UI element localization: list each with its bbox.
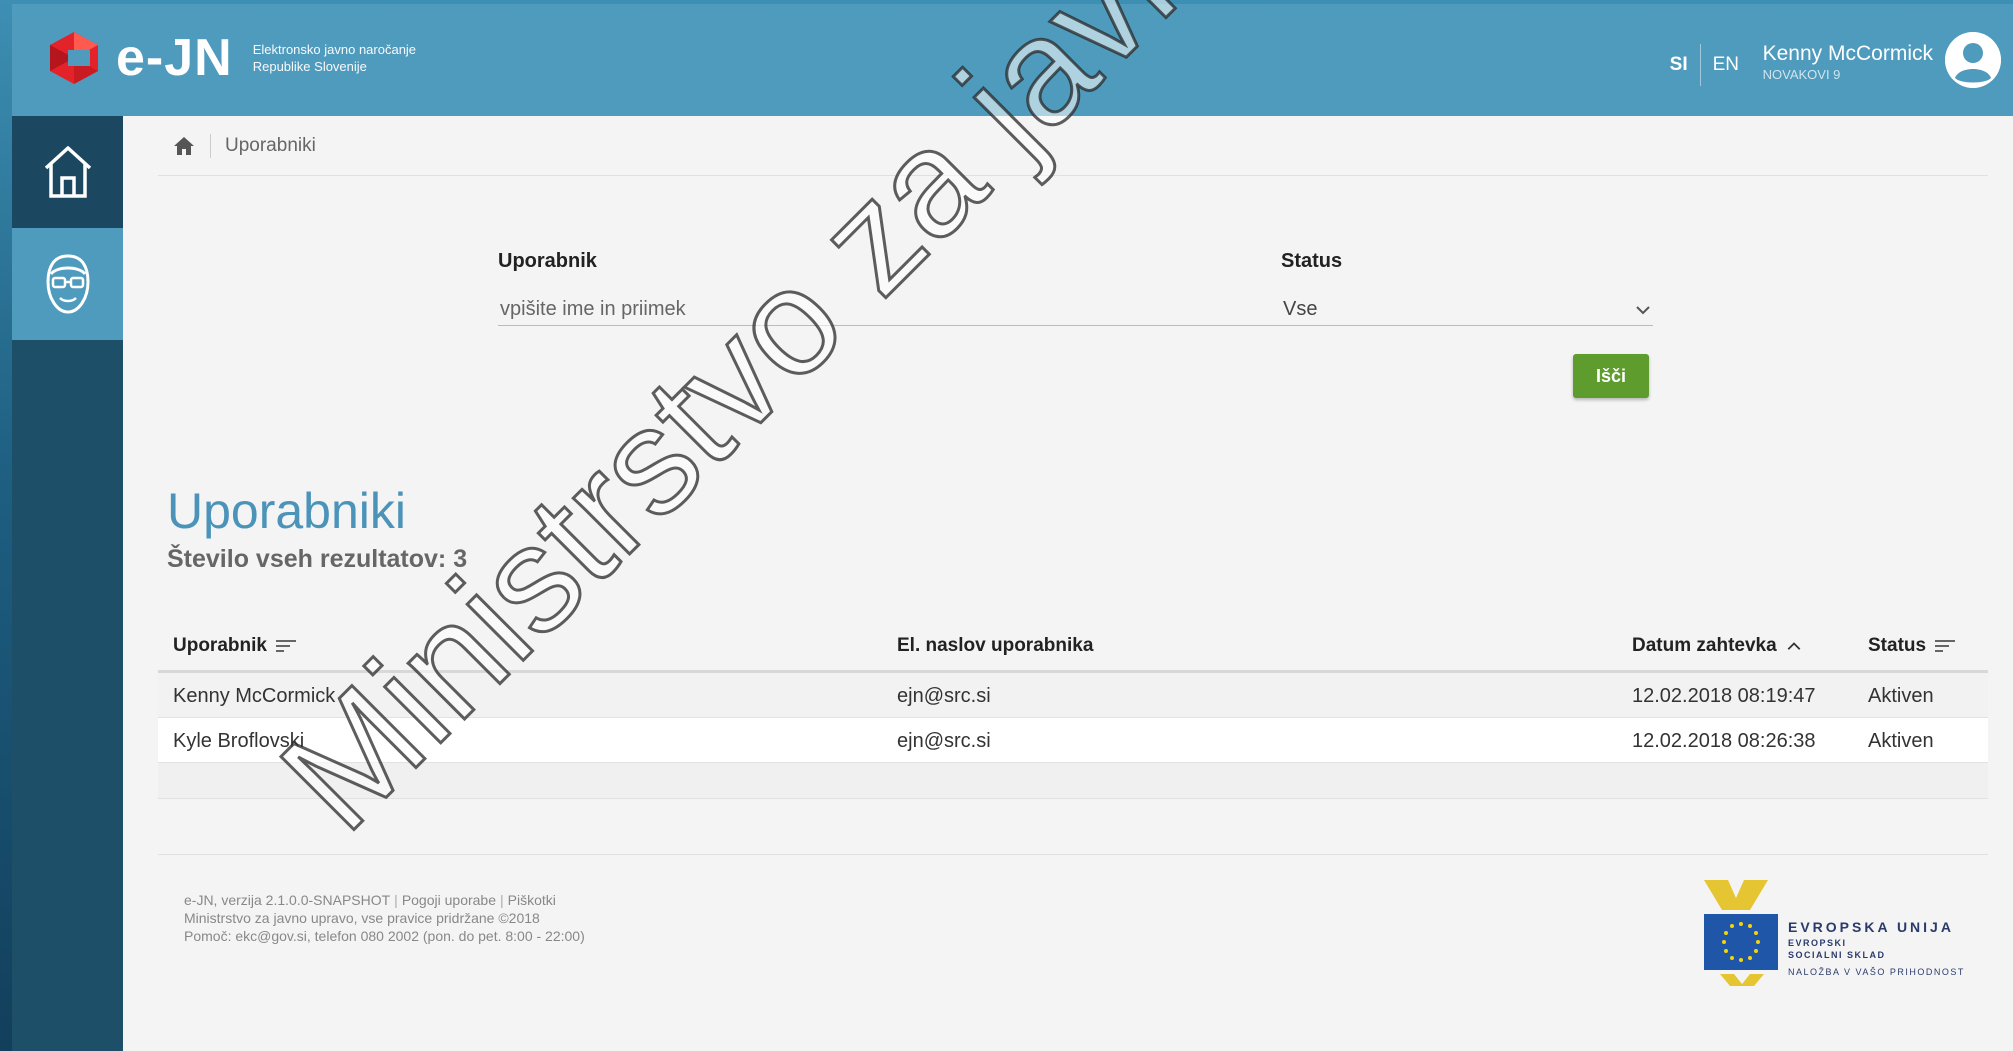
sort-icon [275, 639, 296, 652]
footer-cookies-link[interactable]: Piškotki [508, 892, 556, 908]
cell-email: ejn@src.si [897, 730, 991, 752]
footer-version: e-JN, verzija 2.1.0.0-SNAPSHOT [184, 892, 391, 908]
logo-subtitle-line2: Republike Slovenije [252, 59, 367, 74]
breadcrumb-home-icon[interactable] [172, 134, 196, 158]
users-table: Uporabnik El. naslov uporabnika Datum za… [158, 621, 1988, 799]
eu-social-fund-logo: EVROPSKA UNIJA EVROPSKI SOCIALNI SKLAD N… [1704, 880, 1965, 986]
user-organization: NOVAKOVI 9 [1762, 67, 1841, 82]
sidebar-item-home[interactable] [12, 116, 123, 228]
column-header-user[interactable]: Uporabnik [173, 635, 297, 657]
breadcrumb-divider [210, 133, 211, 158]
ejn-logo[interactable]: e-JN Elektronsko javno naročanje Republi… [46, 30, 416, 86]
main-content: Uporabniki Uporabnik Status Vse Išči Upo… [123, 116, 2013, 1051]
search-button[interactable]: Išči [1573, 354, 1649, 398]
logo-text: e-JN [116, 29, 233, 87]
lang-en[interactable]: EN [1701, 54, 1751, 76]
user-glasses-icon [45, 254, 90, 314]
cell-email: ejn@src.si [897, 685, 991, 707]
footer-help: Pomoč: ekc@gov.si, telefon 080 2002 (pon… [184, 928, 585, 944]
column-header-date[interactable]: Datum zahtevka [1632, 635, 1803, 657]
logo-subtitle: Elektronsko javno naročanje Republike Sl… [253, 41, 416, 75]
result-count: Število vseh rezultatov: 3 [167, 545, 468, 573]
status-filter-label: Status [1281, 250, 1343, 272]
table-row[interactable]: Kyle Broflovski ejn@src.si 12.02.2018 08… [158, 718, 1988, 763]
user-search-input[interactable] [498, 294, 1288, 326]
eu-line3: SOCIALNI SKLAD [1788, 950, 1886, 960]
table-header: Uporabnik El. naslov uporabnika Datum za… [158, 621, 1988, 673]
sidebar-item-users[interactable] [12, 228, 123, 340]
footer-divider [158, 854, 1988, 855]
user-name: Kenny McCormick [1762, 42, 1933, 65]
chevron-down-icon [1636, 305, 1650, 314]
table-row-empty [158, 763, 1988, 799]
lang-si[interactable]: SI [1658, 54, 1700, 76]
column-header-status[interactable]: Status [1868, 635, 1956, 657]
home-icon [44, 146, 91, 198]
top-header: e-JN Elektronsko javno naročanje Republi… [12, 4, 2013, 116]
user-avatar-icon [1945, 32, 2001, 88]
avatar[interactable] [1945, 32, 2001, 88]
cell-date: 12.02.2018 08:26:38 [1632, 730, 1816, 752]
breadcrumb-current: Uporabniki [225, 134, 316, 156]
app-window: e-JN Elektronsko javno naročanje Republi… [12, 4, 2013, 1051]
column-header-label: El. naslov uporabnika [897, 634, 1094, 656]
column-header-label: Datum zahtevka [1632, 634, 1777, 656]
cell-status: Aktiven [1868, 730, 1934, 752]
footer-terms-link[interactable]: Pogoji uporabe [402, 892, 496, 908]
user-filter-label: Uporabnik [498, 250, 597, 272]
sort-icon [1935, 639, 1956, 652]
cell-user: Kyle Broflovski [173, 730, 305, 752]
user-info[interactable]: Kenny McCormick NOVAKOVI 9 [1763, 42, 1933, 84]
status-select[interactable]: Vse [1281, 294, 1653, 326]
logo-subtitle-line1: Elektronsko javno naročanje [252, 42, 417, 57]
eu-line4: NALOŽBA V VAŠO PRIHODNOST [1788, 967, 1965, 977]
eu-line2: EVROPSKI [1788, 938, 1847, 948]
cell-user: Kenny McCormick [173, 685, 336, 707]
column-header-label: Status [1868, 634, 1927, 656]
sort-ascending-icon [1787, 641, 1801, 650]
status-select-value: Vse [1283, 298, 1318, 320]
column-header-label: Uporabnik [173, 634, 267, 656]
cell-status: Aktiven [1868, 685, 1934, 707]
breadcrumb: Uporabniki [158, 116, 1988, 176]
footer-rights: Ministrstvo za javno upravo, vse pravice… [184, 910, 540, 926]
page-title: Uporabniki [167, 483, 407, 539]
footer-line-1: e-JN, verzija 2.1.0.0-SNAPSHOT | Pogoji up… [184, 892, 556, 908]
footer-info: e-JN, verzija 2.1.0.0-SNAPSHOT | Pogoji up… [184, 891, 585, 945]
column-header-email: El. naslov uporabnika [897, 635, 1093, 657]
language-switcher: SI EN [1658, 44, 1751, 86]
ejn-logo-icon [50, 32, 98, 84]
table-row[interactable]: Kenny McCormick ejn@src.si 12.02.2018 08… [158, 673, 1988, 718]
sidebar [12, 116, 123, 1051]
cell-date: 12.02.2018 08:19:47 [1632, 685, 1816, 707]
eu-line1: EVROPSKA UNIJA [1788, 919, 1954, 935]
